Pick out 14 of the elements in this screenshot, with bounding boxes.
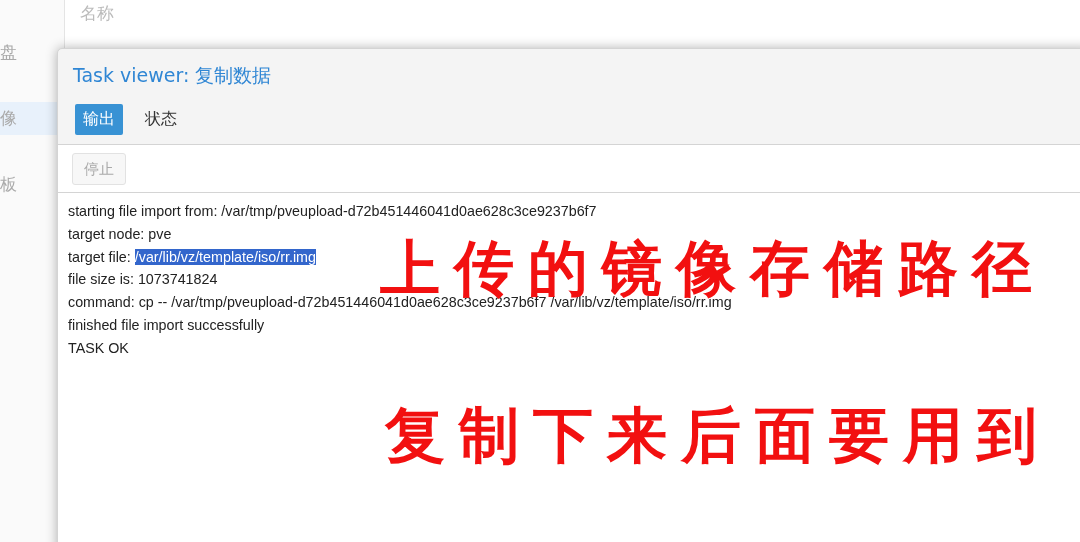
sidebar-item[interactable]: 盘 xyxy=(0,42,17,62)
log-line: target node: pve xyxy=(68,224,172,244)
log-line: starting file import from: /var/tmp/pveupload-d72b451446041d0ae628c3ce9237b6f7 xyxy=(68,202,597,221)
sidebar-item[interactable]: 板 xyxy=(0,174,17,194)
log-line: finished file import successfully xyxy=(68,316,265,335)
log-line: target file: /var/lib/vz/template/iso/rr.img xyxy=(68,247,316,267)
dialog-title: Task viewer: 复制数据 xyxy=(72,63,273,88)
log-line: TASK OK xyxy=(68,338,129,358)
tab[interactable]: 状态 xyxy=(137,104,185,135)
annotation-text: 复制下来后面要用到 xyxy=(385,405,1051,465)
tab[interactable]: 输出 xyxy=(75,104,123,135)
sidebar-item[interactable]: 像 xyxy=(0,108,17,128)
column-header[interactable]: 名称 xyxy=(80,2,114,25)
log-line: file size is: 1073741824 xyxy=(68,270,218,290)
